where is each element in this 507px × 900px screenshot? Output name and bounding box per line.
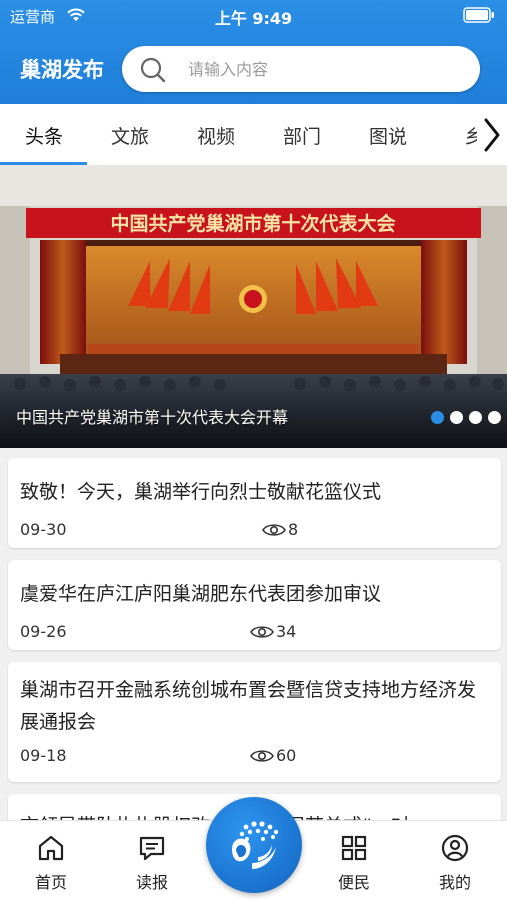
- search-placeholder: 请输入内容: [188, 60, 269, 79]
- eye-icon: [262, 524, 286, 536]
- tabs-more-button[interactable]: [477, 104, 507, 165]
- tab-culture-tourism[interactable]: 文旅: [100, 122, 160, 149]
- news-item[interactable]: 虞爱华在庐江庐阳巢湖肥东代表团参加审议 09-26 34: [8, 560, 501, 650]
- carousel-dot[interactable]: [488, 411, 501, 424]
- carousel-dot[interactable]: [431, 411, 444, 424]
- banner-carousel[interactable]: 中国共产党巢湖市第十次代表大会 中国共产党巢湖市第十次代表大会开幕: [0, 166, 507, 448]
- news-date: 09-30: [20, 520, 67, 539]
- news-title: 致敬！今天，巢湖举行向烈士敬献花篮仪式: [20, 481, 382, 503]
- eye-icon: [250, 750, 274, 762]
- user-icon: [441, 834, 469, 862]
- news-item[interactable]: 巢湖市召开金融系统创城布置会暨信贷支持地方经济发展通报会 09-18 60: [8, 662, 501, 782]
- search-icon: [140, 57, 166, 83]
- nav-profile-label: 我的: [438, 873, 471, 892]
- nav-home[interactable]: 首页: [11, 821, 91, 900]
- news-title: 虞爱华在庐江庐阳巢湖肥东代表团参加审议: [20, 583, 382, 605]
- nav-services-label: 便民: [337, 873, 370, 892]
- tab-video[interactable]: 视频: [186, 122, 246, 149]
- news-title: 巢湖市召开金融系统创城布置会暨信贷支持地方经济发展通报会: [20, 679, 477, 733]
- view-count: 60: [276, 746, 297, 765]
- status-bar: 运营商 上午 9:49: [0, 0, 507, 30]
- news-date: 09-26: [20, 622, 67, 641]
- nav-profile[interactable]: 我的: [415, 821, 495, 900]
- view-count: 34: [276, 622, 297, 641]
- active-tab-indicator: [0, 162, 87, 165]
- news-item[interactable]: 致敬！今天，巢湖举行向烈士敬献花篮仪式 09-30 8: [8, 458, 501, 548]
- tab-headlines[interactable]: 头条: [14, 122, 74, 149]
- news-views: 60: [250, 746, 296, 765]
- carousel-dot[interactable]: [469, 411, 482, 424]
- news-views: 34: [250, 622, 296, 641]
- nav-newspaper[interactable]: 读报: [112, 821, 192, 900]
- battery-icon: [463, 7, 494, 23]
- tab-photo-stories[interactable]: 图说: [358, 122, 418, 149]
- view-count: 8: [288, 520, 299, 539]
- nav-home-label: 首页: [34, 873, 67, 892]
- app-header: 运营商 上午 9:49 巢湖发布 请输入内容: [0, 0, 507, 104]
- carousel-indicator: [425, 409, 501, 424]
- carousel-dot[interactable]: [450, 411, 463, 424]
- tab-departments[interactable]: 部门: [272, 122, 332, 149]
- nav-newspaper-label: 读报: [135, 873, 168, 892]
- nav-services[interactable]: 便民: [314, 821, 394, 900]
- news-date: 09-18: [20, 746, 67, 765]
- eye-icon: [250, 626, 274, 638]
- center-logo-button[interactable]: [206, 797, 302, 893]
- search-input[interactable]: 请输入内容: [122, 46, 480, 92]
- center-logo-icon: [232, 821, 279, 869]
- chevron-right-icon: [484, 118, 500, 152]
- status-time: 上午 9:49: [214, 9, 293, 28]
- grid-icon: [341, 835, 367, 861]
- news-views: 8: [262, 520, 298, 539]
- banner-caption: 中国共产党巢湖市第十次代表大会开幕: [16, 408, 289, 427]
- newspaper-icon: [139, 836, 165, 861]
- home-icon: [38, 835, 64, 861]
- hall-banner-text: 中国共产党巢湖市第十次代表大会: [110, 212, 395, 235]
- app-title: 巢湖发布: [20, 58, 104, 82]
- category-tabs: 头条 文旅 视频 部门 图说 乡: [0, 104, 507, 166]
